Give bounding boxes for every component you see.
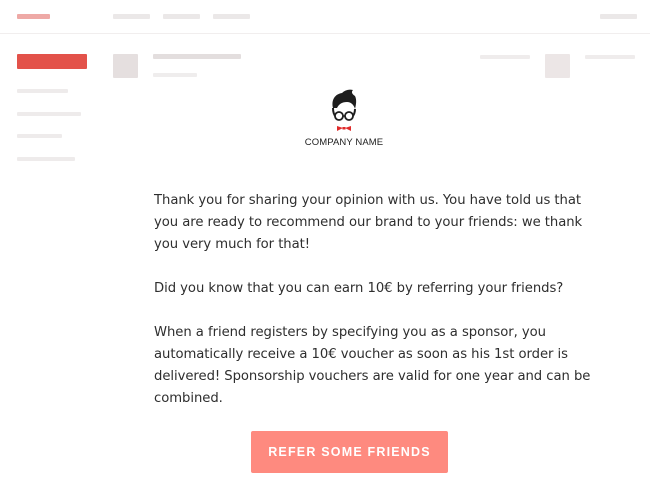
sidebar-item-placeholder[interactable]: [17, 112, 81, 116]
sidebar-item-placeholder[interactable]: [17, 134, 62, 138]
top-nav-item-placeholder[interactable]: [113, 14, 150, 19]
sender-avatar-placeholder: [113, 54, 138, 78]
sidebar-compose-button-placeholder[interactable]: [17, 54, 87, 69]
top-nav-item-placeholder[interactable]: [163, 14, 200, 19]
email-client-window: COMPANY NAME Thank you for sharing your …: [0, 0, 650, 500]
email-body: Thank you for sharing your opinion with …: [154, 190, 594, 432]
sender-subline-placeholder: [153, 73, 197, 77]
top-bar-divider: [0, 33, 650, 34]
refer-friends-button[interactable]: REFER SOME FRIENDS: [251, 431, 448, 473]
nerd-mascot-icon: [332, 89, 357, 131]
company-name: COMPANY NAME: [304, 137, 384, 148]
header-action-placeholder[interactable]: [585, 55, 635, 59]
top-nav-account-placeholder[interactable]: [600, 14, 637, 19]
header-icon-placeholder[interactable]: [545, 54, 570, 78]
email-paragraph-question: Did you know that you can earn 10€ by re…: [154, 281, 564, 296]
sidebar-item-placeholder[interactable]: [17, 157, 75, 161]
top-nav-logo-placeholder[interactable]: [17, 14, 50, 19]
header-action-placeholder[interactable]: [480, 55, 530, 59]
sender-name-placeholder: [153, 54, 241, 59]
email-paragraph-details: When a friend registers by specifying yo…: [154, 325, 591, 406]
company-logo: COMPANY NAME: [284, 88, 404, 148]
top-nav-item-placeholder[interactable]: [213, 14, 250, 19]
email-paragraph-thanks: Thank you for sharing your opinion with …: [154, 193, 583, 252]
sidebar-item-placeholder[interactable]: [17, 89, 68, 93]
